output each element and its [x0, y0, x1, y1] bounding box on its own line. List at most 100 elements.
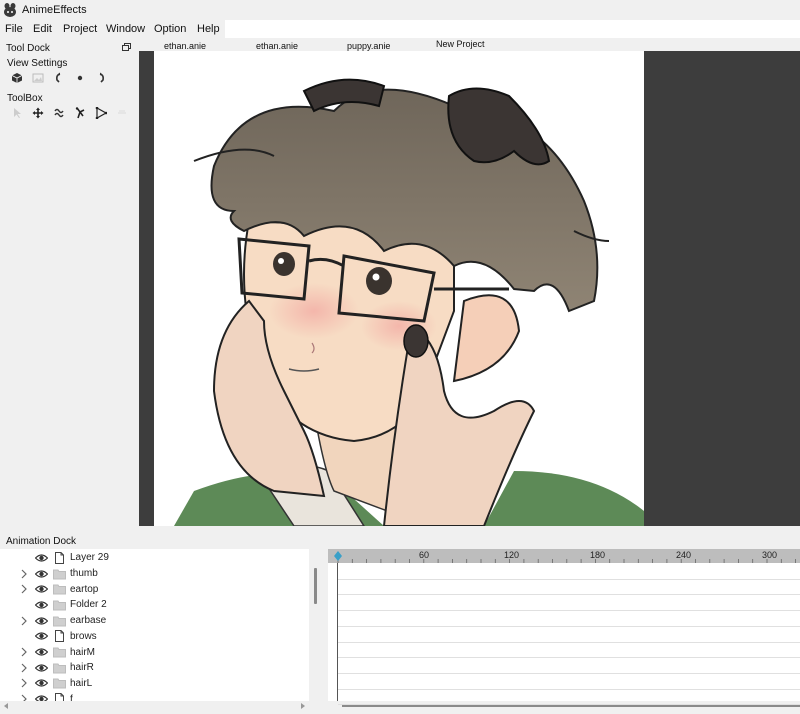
cube-icon[interactable] — [6, 70, 27, 86]
folder-icon — [53, 584, 66, 595]
eye-icon[interactable] — [35, 569, 48, 579]
timeline-ruler[interactable]: 60 120 180 240 300 — [328, 549, 800, 563]
track-separator — [338, 594, 800, 596]
layer-row[interactable]: Folder 2 — [0, 597, 309, 613]
tab-new-project[interactable]: New Project — [436, 39, 485, 49]
eye-icon[interactable] — [35, 631, 48, 641]
expand-chevron-icon[interactable] — [20, 569, 28, 579]
track-separator — [338, 578, 800, 580]
timeline[interactable]: 60 120 180 240 300 — [328, 549, 800, 706]
tab-ethan-anie-2[interactable]: ethan.anie — [256, 41, 298, 51]
expand-chevron-icon[interactable] — [20, 647, 28, 657]
layer-tree-hscrollbar[interactable] — [0, 700, 309, 712]
eye-icon[interactable] — [35, 647, 48, 657]
ruler-label-180: 180 — [590, 550, 606, 560]
canvas-artwork[interactable] — [154, 51, 644, 526]
other-icon[interactable] — [111, 105, 132, 121]
layer-label: Folder 2 — [70, 599, 107, 611]
layer-row[interactable]: hairL — [0, 676, 309, 692]
title-bar: AnimeEffects — [0, 0, 800, 20]
menu-window[interactable]: Window — [106, 23, 145, 35]
layer-row[interactable]: hairR — [0, 660, 309, 676]
file-icon — [55, 551, 64, 564]
layer-tree-scrollbar[interactable] — [314, 568, 317, 604]
image-icon[interactable] — [27, 70, 48, 86]
menu-project[interactable]: Project — [63, 23, 97, 35]
menu-help[interactable]: Help — [197, 23, 220, 35]
layer-label: hairL — [70, 677, 93, 689]
playhead-line — [337, 563, 338, 701]
layer-tree: Layer 29 thumb eartop Folder 2 earbase brows h… — [0, 549, 309, 701]
layer-label: eartop — [70, 583, 99, 595]
layer-label: brows — [70, 630, 97, 642]
toolbox-label: ToolBox — [7, 93, 43, 104]
tool-dock: Tool Dock View Settings ToolBox — [0, 40, 139, 532]
menu-file[interactable]: File — [5, 23, 23, 35]
timeline-hscrollbar[interactable] — [328, 700, 800, 712]
ruler-ticks — [337, 559, 797, 563]
layer-row[interactable]: brows — [0, 629, 309, 645]
track-separator — [338, 657, 800, 659]
layer-label: earbase — [70, 615, 107, 627]
layer-label: hairM — [70, 646, 96, 658]
expand-chevron-icon[interactable] — [20, 584, 28, 594]
folder-icon — [53, 663, 66, 674]
move-icon[interactable] — [27, 105, 48, 121]
folder-icon — [53, 569, 66, 580]
layer-label: Layer 29 — [70, 552, 109, 564]
cursor-icon[interactable] — [6, 105, 27, 121]
tab-ethan-anie-1[interactable]: ethan.anie — [164, 41, 206, 51]
eye-icon[interactable] — [35, 616, 48, 626]
view-settings-label: View Settings — [7, 58, 68, 69]
track-separator — [338, 610, 800, 612]
expand-chevron-icon[interactable] — [20, 616, 28, 626]
pose-icon[interactable] — [69, 105, 90, 121]
eye-icon[interactable] — [35, 553, 48, 563]
undock-icon[interactable] — [122, 43, 131, 51]
folder-icon — [53, 678, 66, 689]
layer-row[interactable]: earbase — [0, 613, 309, 629]
layer-row[interactable]: Layer 29 — [0, 550, 309, 566]
eye-icon[interactable] — [35, 600, 48, 610]
rotate-left-icon[interactable] — [48, 70, 69, 86]
eye-icon[interactable] — [35, 584, 48, 594]
playhead-marker-icon[interactable] — [333, 551, 343, 561]
folder-icon — [53, 600, 66, 611]
ruler-label-60: 60 — [419, 550, 430, 560]
menu-option[interactable]: Option — [154, 23, 186, 35]
track-separator — [338, 625, 800, 627]
app-window: AnimeEffects File Edit Project Window Op… — [0, 0, 800, 714]
track-separator — [338, 641, 800, 643]
file-icon — [55, 630, 64, 643]
project-tabs: ethan.anie ethan.anie puppy.anie New Pro… — [139, 39, 800, 51]
app-logo-icon — [4, 3, 16, 17]
rotate-right-icon[interactable] — [90, 70, 111, 86]
ruler-label-120: 120 — [504, 550, 520, 560]
expand-chevron-icon[interactable] — [20, 678, 28, 688]
animation-dock-title: Animation Dock — [6, 536, 77, 547]
ruler-label-300: 300 — [762, 550, 778, 560]
view-settings-toolbar — [6, 70, 111, 86]
folder-icon — [53, 616, 66, 627]
menu-edit[interactable]: Edit — [33, 23, 52, 35]
eye-icon[interactable] — [35, 678, 48, 688]
character-illustration — [174, 78, 644, 526]
window-title: AnimeEffects — [22, 4, 87, 16]
folder-icon — [53, 647, 66, 658]
track-separator — [338, 672, 800, 674]
mesh-icon[interactable] — [90, 105, 111, 121]
bone-icon[interactable] — [48, 105, 69, 121]
menu-bar: File Edit Project Window Option Help — [0, 20, 800, 39]
main-viewport[interactable] — [139, 51, 800, 526]
dot-icon[interactable] — [69, 70, 90, 86]
layer-row[interactable]: eartop — [0, 581, 309, 597]
tab-puppy-anie[interactable]: puppy.anie — [347, 41, 390, 51]
layer-label: thumb — [70, 568, 98, 580]
layer-row[interactable]: thumb — [0, 566, 309, 582]
layer-row[interactable]: hairM — [0, 644, 309, 660]
track-separator — [338, 688, 800, 690]
tool-dock-title: Tool Dock — [6, 43, 50, 54]
layer-label: hairR — [70, 662, 94, 674]
eye-icon[interactable] — [35, 663, 48, 673]
expand-chevron-icon[interactable] — [20, 663, 28, 673]
